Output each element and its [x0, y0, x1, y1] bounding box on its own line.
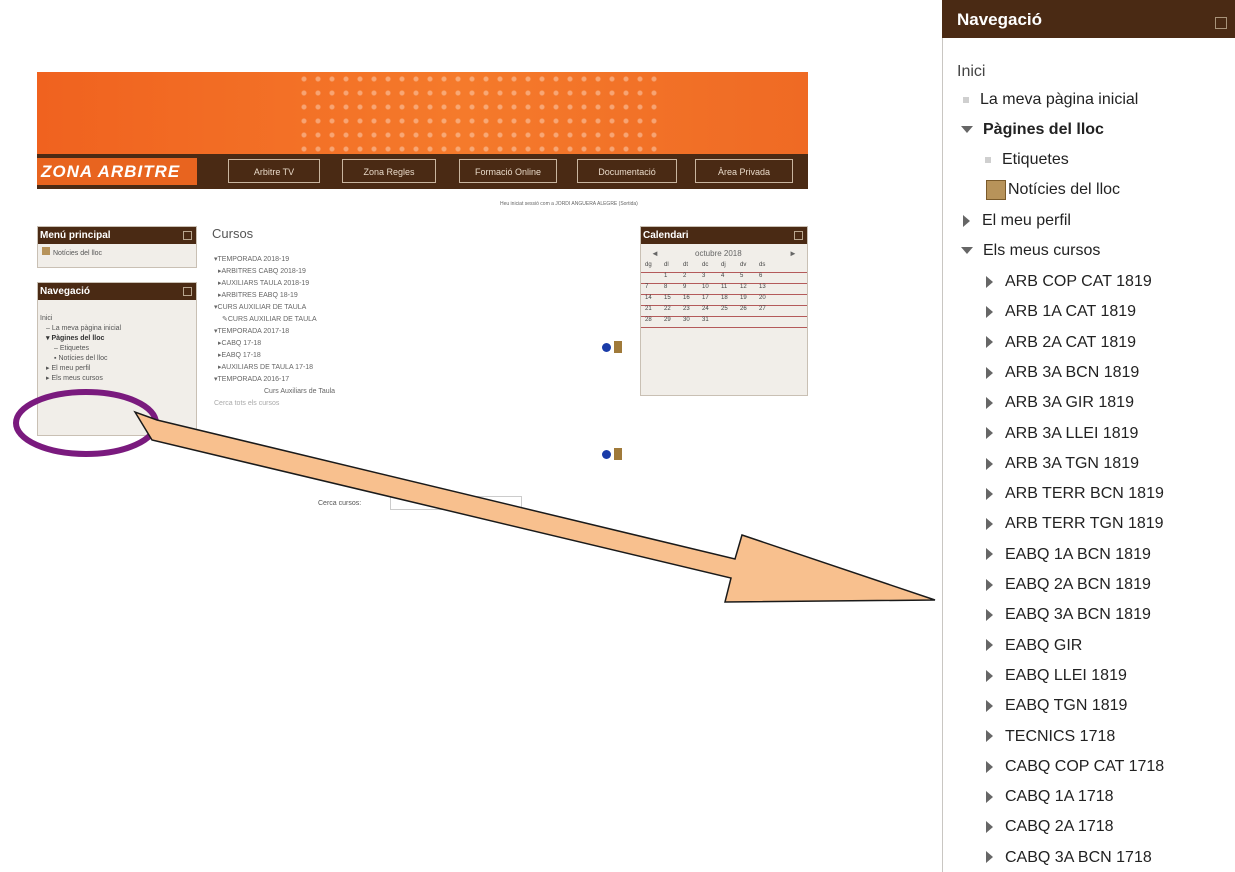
nav-profile-label: El meu perfil — [982, 212, 1071, 229]
nav-site-news-label: Notícies del lloc — [1008, 181, 1121, 199]
nav-site-news[interactable]: Notícies del lloc — [986, 180, 1120, 200]
course-label: EABQ 2A BCN 1819 — [1005, 576, 1151, 593]
course-label: ARB 1A CAT 1819 — [1005, 303, 1137, 321]
collapsed-arrow-icon — [963, 214, 970, 227]
collapsed-arrow-icon — [986, 730, 993, 743]
collapsed-arrow-icon — [986, 275, 993, 288]
course-item[interactable]: ARB TERR TGN 1819 — [986, 515, 1164, 533]
expanded-arrow-icon — [961, 126, 973, 134]
course-label: CABQ 1A 1718 — [1005, 788, 1114, 806]
collapsed-arrow-icon — [986, 306, 993, 319]
collapsed-arrow-icon — [986, 760, 993, 773]
collapsed-arrow-icon — [986, 821, 993, 834]
course-label: ARB TERR TGN 1819 — [1005, 515, 1164, 533]
course-item[interactable]: EABQ LLEI 1819 — [986, 667, 1127, 685]
highlight-ellipse — [13, 389, 159, 457]
zoomed-navigation-title: Navegació — [957, 10, 1043, 29]
course-item[interactable]: ARB 2A CAT 1819 — [986, 334, 1136, 352]
course-item[interactable]: CABQ 2A 1718 — [986, 818, 1114, 836]
collapsed-arrow-icon — [986, 457, 993, 470]
course-item[interactable]: EABQ TGN 1819 — [986, 697, 1127, 715]
collapsed-arrow-icon — [986, 578, 993, 591]
collapsed-arrow-icon — [986, 851, 993, 864]
course-label: EABQ 1A BCN 1819 — [1005, 545, 1151, 563]
expanded-arrow-icon — [961, 247, 973, 255]
course-label: ARB TERR BCN 1819 — [1005, 485, 1164, 503]
course-item[interactable]: CABQ COP CAT 1718 — [986, 758, 1164, 776]
course-item[interactable]: EABQ 1A BCN 1819 — [986, 546, 1151, 564]
nav-home[interactable]: La meva pàgina inicial — [963, 91, 1138, 109]
course-item[interactable]: TECNICS 1718 — [986, 728, 1115, 746]
nav-tags[interactable]: Etiquetes — [985, 151, 1069, 169]
collapsed-arrow-icon — [986, 396, 993, 409]
course-label: TECNICS 1718 — [1005, 727, 1116, 745]
course-label: ARB 3A TGN 1819 — [1005, 454, 1139, 472]
collapsed-arrow-icon — [986, 336, 993, 349]
collapsed-arrow-icon — [986, 487, 993, 500]
collapsed-arrow-icon — [986, 427, 993, 440]
course-label: ARB 3A LLEI 1819 — [1005, 424, 1139, 442]
course-label: CABQ COP CAT 1718 — [1005, 757, 1165, 775]
bullet-icon — [963, 96, 969, 103]
forum-icon — [986, 180, 1006, 200]
course-label: EABQ GIR — [1005, 636, 1083, 654]
nav-inici[interactable]: Inici — [957, 63, 985, 81]
nav-profile[interactable]: El meu perfil — [963, 212, 1071, 230]
course-label: ARB 3A GIR 1819 — [1005, 394, 1134, 412]
course-item[interactable]: ARB TERR BCN 1819 — [986, 485, 1164, 503]
collapsed-arrow-icon — [986, 790, 993, 803]
collapsed-arrow-icon — [986, 366, 993, 379]
nav-my-courses[interactable]: Els meus cursos — [961, 242, 1100, 260]
course-label: CABQ 3A BCN 1718 — [1005, 848, 1152, 866]
nav-home-label: La meva pàgina inicial — [980, 91, 1139, 108]
course-item[interactable]: ARB 3A GIR 1819 — [986, 394, 1134, 412]
collapse-icon[interactable] — [1215, 17, 1227, 29]
nav-tags-label: Etiquetes — [1002, 151, 1069, 168]
course-label: CABQ 2A 1718 — [1005, 818, 1114, 836]
collapsed-arrow-icon — [986, 518, 993, 531]
course-label: ARB 3A BCN 1819 — [1005, 363, 1140, 381]
course-item[interactable]: CABQ 3A BCN 1718 — [986, 849, 1152, 867]
collapsed-arrow-icon — [986, 609, 993, 622]
course-item[interactable]: ARB 1A CAT 1819 — [986, 303, 1136, 321]
bullet-icon — [985, 156, 991, 163]
collapsed-arrow-icon — [986, 699, 993, 712]
collapsed-arrow-icon — [986, 639, 993, 652]
course-label: EABQ 3A BCN 1819 — [1005, 606, 1151, 624]
course-label: EABQ LLEI 1819 — [1005, 666, 1127, 684]
course-label: ARB COP CAT 1819 — [1005, 273, 1152, 290]
nav-site-pages-label: Pàgines del lloc — [983, 121, 1104, 138]
nav-site-pages[interactable]: Pàgines del lloc — [961, 121, 1104, 139]
course-label: ARB 2A CAT 1819 — [1005, 333, 1137, 351]
collapsed-arrow-icon — [986, 669, 993, 682]
course-item[interactable]: EABQ GIR — [986, 637, 1082, 655]
course-item[interactable]: EABQ 2A BCN 1819 — [986, 576, 1151, 594]
course-item[interactable]: EABQ 3A BCN 1819 — [986, 606, 1151, 624]
collapsed-arrow-icon — [986, 548, 993, 561]
nav-my-courses-label: Els meus cursos — [983, 242, 1101, 259]
course-item[interactable]: ARB 3A BCN 1819 — [986, 364, 1139, 382]
course-item[interactable]: ARB 3A LLEI 1819 — [986, 425, 1138, 443]
pointer-arrow-icon — [133, 410, 936, 603]
course-item[interactable]: CABQ 1A 1718 — [986, 788, 1114, 806]
course-item[interactable]: ARB COP CAT 1819 — [986, 273, 1152, 291]
course-item[interactable]: ARB 3A TGN 1819 — [986, 455, 1139, 473]
course-label: EABQ TGN 1819 — [1005, 697, 1128, 715]
